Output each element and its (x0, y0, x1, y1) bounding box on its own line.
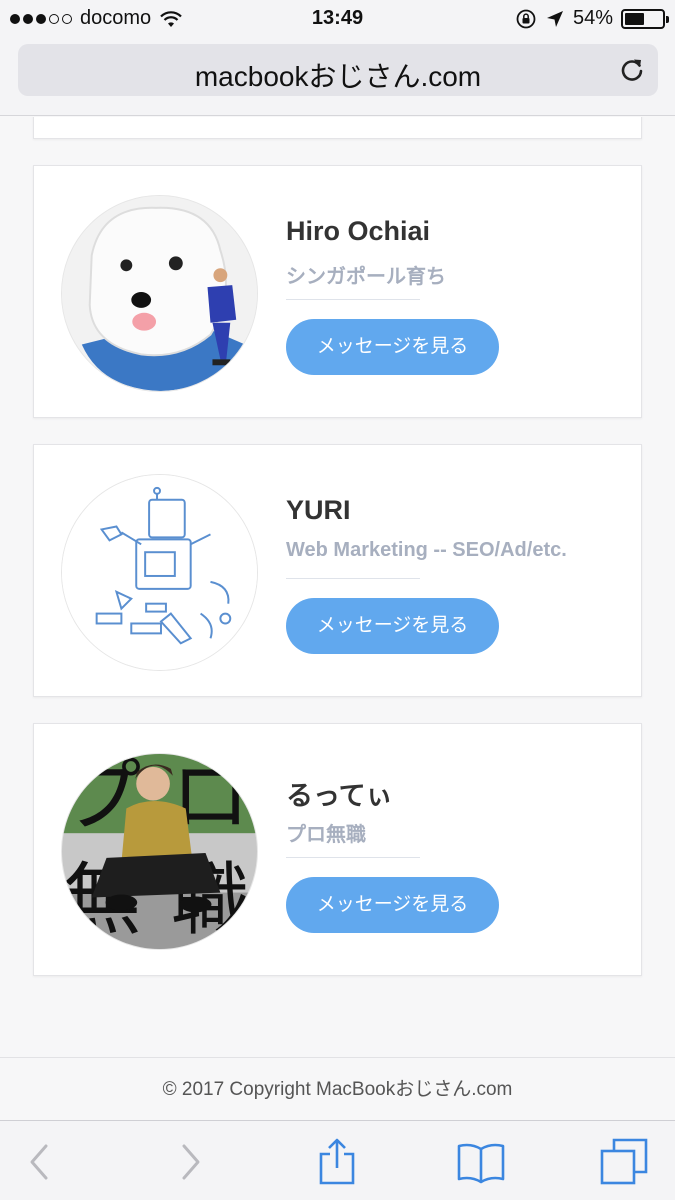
previous-card-bottom (33, 117, 642, 139)
back-icon (30, 1144, 48, 1180)
site-footer: © 2017 Copyright MacBookおじさん.com (0, 1057, 675, 1120)
profile-name: るってぃ (286, 781, 393, 811)
status-bar: docomo 13:49 54% (0, 0, 675, 38)
battery-percentage: 54% (572, 7, 613, 29)
bookmarks-icon (457, 1143, 505, 1184)
back-button[interactable] (14, 1137, 64, 1187)
forward-icon (182, 1144, 200, 1180)
divider (286, 857, 420, 858)
url-field[interactable]: macbookおじさん.com (18, 44, 658, 96)
profile-name: Hiro Ochiai (286, 216, 431, 246)
profile-card: プ ロ 無 職 るってぃ プロ無職 メッセージを見る (33, 723, 642, 976)
divider (286, 578, 420, 579)
profile-name: YURI (286, 495, 351, 525)
profile-avatar (61, 474, 258, 671)
profile-avatar (61, 195, 258, 392)
tabs-icon (600, 1138, 648, 1185)
divider (286, 299, 420, 300)
robot-sketch-illustration (62, 475, 257, 670)
profile-avatar: プ ロ 無 職 (61, 753, 258, 950)
share-icon (319, 1138, 355, 1185)
tabs-button[interactable] (600, 1137, 650, 1187)
status-right: 54% (515, 7, 669, 30)
view-message-button[interactable]: メッセージを見る (286, 319, 499, 375)
url-text: macbookおじさん.com (194, 61, 482, 92)
browser-address-bar: macbookおじさん.com (0, 38, 675, 116)
man-sitting-photo: プ ロ 無 職 (62, 754, 257, 949)
bookmarks-button[interactable] (456, 1137, 506, 1187)
profile-subtitle: プロ無職 (286, 824, 366, 846)
page-content: Hiro Ochiai シンガポール育ち メッセージを見る YURI Web M… (0, 117, 675, 1057)
profile-subtitle: シンガポール育ち (286, 266, 446, 288)
orientation-lock-icon (516, 9, 536, 28)
profile-card: YURI Web Marketing -- SEO/Ad/etc. メッセージを… (33, 444, 642, 697)
forward-button[interactable] (166, 1137, 216, 1187)
copyright-text: © 2017 Copyright MacBookおじさん.com (162, 1079, 513, 1100)
view-message-button[interactable]: メッセージを見る (286, 877, 499, 933)
location-arrow-icon (546, 10, 563, 27)
dog-and-soccer-player-photo (62, 196, 257, 391)
profile-subtitle: Web Marketing -- SEO/Ad/etc. (286, 539, 567, 561)
share-button[interactable] (312, 1137, 362, 1187)
battery-level-fill (625, 12, 645, 25)
browser-toolbar (0, 1120, 675, 1200)
view-message-button[interactable]: メッセージを見る (286, 598, 499, 654)
battery-icon (621, 8, 669, 29)
reload-icon[interactable] (618, 56, 646, 84)
profile-card: Hiro Ochiai シンガポール育ち メッセージを見る (33, 165, 642, 418)
